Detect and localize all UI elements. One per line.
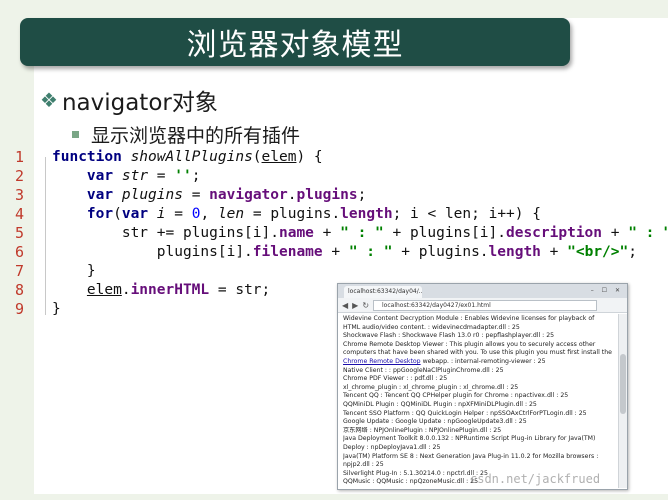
back-arrow-icon[interactable]: ◀: [342, 301, 348, 310]
code-line-1: function showAllPlugins(elem) {: [52, 149, 323, 165]
diamond-bullet-icon: ❖: [40, 88, 58, 112]
plugin-line: QQMiniDL Plugin : QQMiniDL Plugin : npXF…: [343, 400, 537, 408]
line-number: 8: [14, 281, 24, 299]
browser-screenshot: localhost:63342/day04/... – ☐ ✕ ◀ ▶ ↻ lo…: [337, 283, 628, 490]
line-number: 2: [14, 167, 24, 185]
plugin-line: Widevine Content Decryption Module : Ena…: [343, 315, 595, 322]
line-number: 4: [14, 205, 24, 223]
slide-bottom-band: [0, 494, 668, 500]
line-number: 6: [14, 243, 24, 261]
code-line-6: plugins[i].filename + " : " + plugins.le…: [52, 244, 637, 260]
plugin-line: computers that have been shared with you…: [343, 349, 612, 357]
scrollbar-thumb[interactable]: [620, 354, 626, 414]
code-line-4: for(var i = 0, len = plugins.length; i <…: [86, 206, 541, 222]
plugin-line: Native Client : : ppGoogleNaClPluginChro…: [343, 366, 504, 374]
line-number: 1: [14, 148, 24, 166]
plugin-line: Google Update : Google Update : npGoogle…: [343, 418, 527, 426]
plugin-line: Shockwave Flash : Shockwave Flash 13.0 r…: [343, 332, 555, 340]
bullet-level2-text: 显示浏览器中的所有插件: [91, 125, 301, 147]
window-controls[interactable]: – ☐ ✕: [591, 287, 623, 294]
browser-tab-bar: localhost:63342/day04/... – ☐ ✕: [338, 284, 627, 298]
plugin-line: Java(TM) Platform SE 8 : Next Generation…: [343, 452, 599, 460]
slide-top-band: [0, 0, 668, 18]
code-line-5: str += plugins[i].name + " : " + plugins…: [52, 225, 668, 241]
slide-title: 浏览器对象模型: [186, 28, 404, 63]
line-number-gutter: 1 2 3 4 5 6 7 8 9: [0, 148, 30, 319]
code-line-7: }: [52, 263, 96, 279]
plugin-line: Tencent QQ : Tencent QQ CPHelper plugin …: [343, 392, 569, 400]
plugin-line: npjp2.dll : 25: [343, 461, 384, 469]
reload-icon[interactable]: ↻: [362, 301, 369, 310]
code-fold-guide: [45, 157, 46, 315]
plugin-line: HTML audio/video content. : widevinecdma…: [343, 323, 520, 331]
browser-tab[interactable]: localhost:63342/day04/...: [344, 286, 422, 298]
line-number: 5: [14, 224, 24, 242]
slide-title-bar: 浏览器对象模型: [20, 18, 570, 66]
remote-desktop-link[interactable]: Chrome Remote Desktop: [343, 358, 421, 365]
bullet-level1-text: navigator对象: [61, 90, 218, 116]
code-line-2: var str = '';: [86, 168, 201, 184]
square-bullet-icon: [72, 131, 79, 138]
browser-page-content: Widevine Content Decryption Module : Ena…: [343, 315, 613, 487]
browser-toolbar: ◀ ▶ ↻ localhost:63342/day0427/ex01.html: [338, 298, 627, 313]
browser-scrollbar[interactable]: [618, 314, 627, 488]
plugin-line: 京东网络 : NPJOnlinePlugin : NPJOnlinePlugin…: [343, 426, 502, 434]
forward-arrow-icon[interactable]: ▶: [352, 301, 358, 310]
line-number: 7: [14, 262, 24, 280]
code-line-3: var plugins = navigator.plugins;: [86, 187, 367, 203]
plugin-line: xl_chrome_plugin : xl_chrome_plugin : xl…: [343, 383, 519, 391]
watermark: csdn.net/jackfrued: [470, 472, 601, 486]
plugin-line: Chrome PDF Viewer : : pdf.dll : 25: [343, 375, 448, 383]
bullet-level2: 显示浏览器中的所有插件: [72, 121, 300, 148]
address-bar[interactable]: localhost:63342/day0427/ex01.html: [373, 299, 597, 311]
plugin-line: Deploy : npDeployJava1.dll : 25: [343, 443, 441, 451]
line-number: 9: [14, 300, 24, 318]
plugin-line: Chrome Remote Desktop Viewer : This plug…: [343, 340, 596, 348]
plugin-line: Java Deployment Toolkit 8.0.0.132 : NPRu…: [343, 435, 596, 443]
plugin-line: Tencent SSO Platform : QQ QuickLogin Hel…: [343, 409, 587, 417]
line-number: 3: [14, 186, 24, 204]
bullet-level1: ❖ navigator对象: [40, 83, 218, 117]
plugin-line: Chrome Remote Desktop webapp. : internal…: [343, 357, 546, 365]
